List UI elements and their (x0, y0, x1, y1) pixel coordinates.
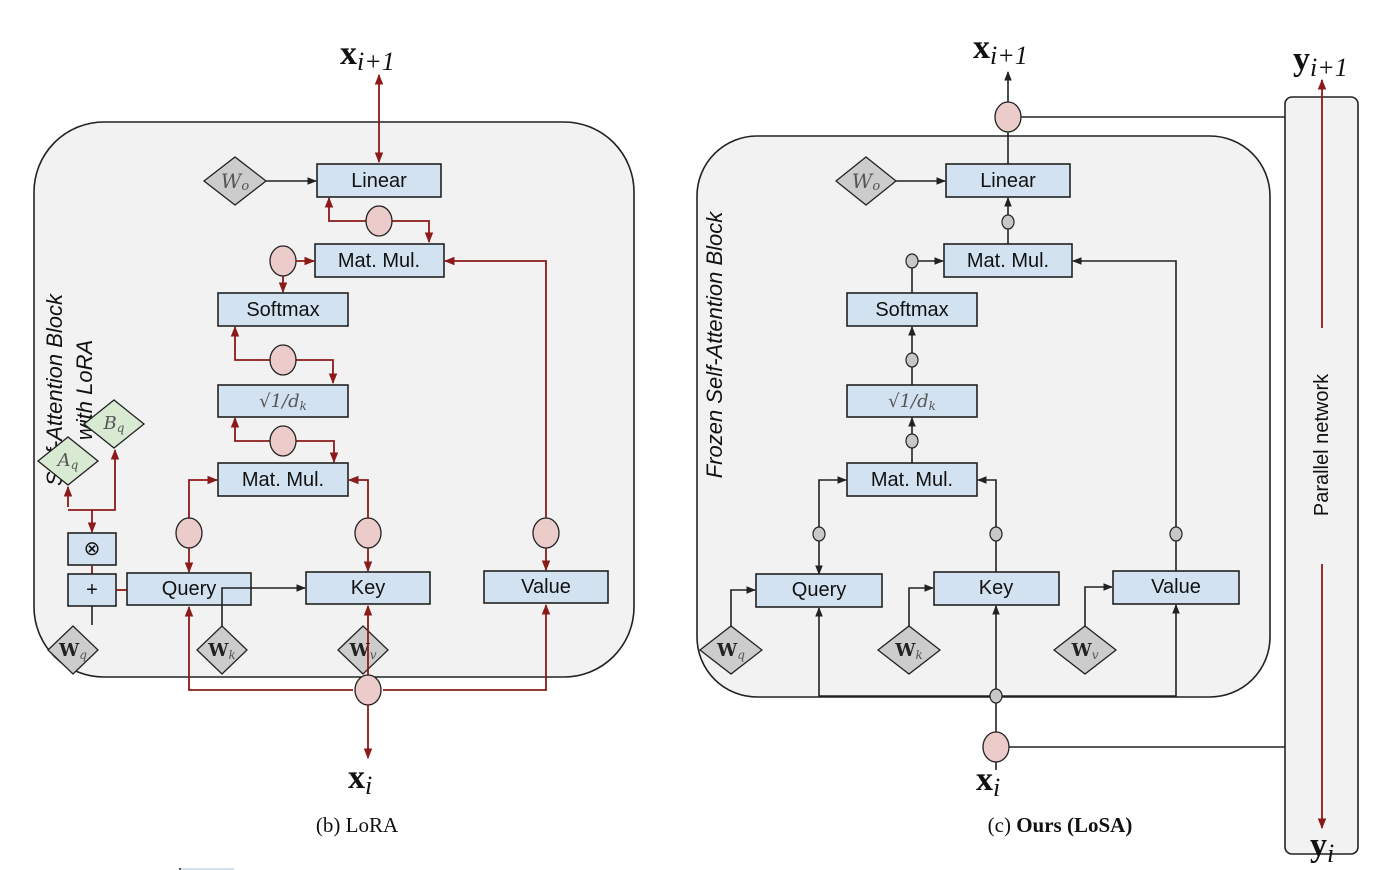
losa-tap-key (989, 526, 1003, 542)
lora-node-softmax-out (269, 245, 297, 277)
figure-canvas: Self-Attention Block with LoRA xi+1 Wo L… (33, 29, 1359, 870)
losa-linear-label: Linear (980, 170, 1036, 192)
losa-tap-scale (905, 352, 919, 368)
losa-caption: (c) Ours (LoSA) (988, 813, 1133, 837)
lora-otimes-label: ⊗ (84, 538, 101, 560)
losa-tap-linear (1001, 214, 1015, 230)
lora-matmul-bottom-label: Mat. Mul. (242, 469, 324, 491)
lora-output-label: xi+1 (340, 35, 395, 76)
losa-node-input (982, 731, 1010, 763)
lora-caption: (b) LoRA (316, 813, 399, 837)
lora-key-label: Key (351, 577, 385, 599)
lora-matmul-top-label: Mat. Mul. (338, 250, 420, 272)
lora-node-key (354, 517, 382, 549)
lora-plus-label: + (86, 579, 98, 601)
losa-key-label: Key (979, 577, 1013, 599)
lora-node-input (354, 674, 382, 706)
losa-tap-query (812, 526, 826, 542)
lora-query-label: Query (162, 578, 216, 600)
losa-panel (696, 135, 1271, 698)
losa-panel-title: Frozen Self-Attention Block (702, 211, 727, 479)
lora-value-label: Value (521, 576, 571, 598)
parallel-network-label: Parallel network (1311, 373, 1333, 516)
losa-tap-softmax (905, 253, 919, 269)
losa-output-label: xi+1 (973, 29, 1028, 70)
lora-input-label: xi (348, 759, 372, 800)
lora-softmax-label: Softmax (246, 299, 319, 321)
losa-query-label: Query (792, 579, 846, 601)
lora-node-query (175, 517, 203, 549)
losa-softmax-label: Softmax (875, 299, 948, 321)
losa-value-label: Value (1151, 576, 1201, 598)
losa-tap-value (1169, 526, 1183, 542)
lora-node-linear (365, 205, 393, 237)
lora-node-scale (269, 344, 297, 376)
losa-tap-matmul-bottom (905, 433, 919, 449)
losa-diagram: Frozen Self-Attention Block Parallel net… (696, 29, 1359, 868)
lora-node-matmul-bottom (269, 425, 297, 457)
lora-linear-label: Linear (351, 170, 407, 192)
losa-tap-input (989, 688, 1003, 704)
lora-node-value (532, 517, 560, 549)
lora-diagram: Self-Attention Block with LoRA xi+1 Wo L… (33, 35, 635, 837)
losa-node-output (994, 101, 1022, 133)
losa-y-out-label: yi+1 (1293, 41, 1348, 82)
losa-matmul-top-label: Mat. Mul. (967, 250, 1049, 272)
losa-matmul-bottom-label: Mat. Mul. (871, 469, 953, 491)
